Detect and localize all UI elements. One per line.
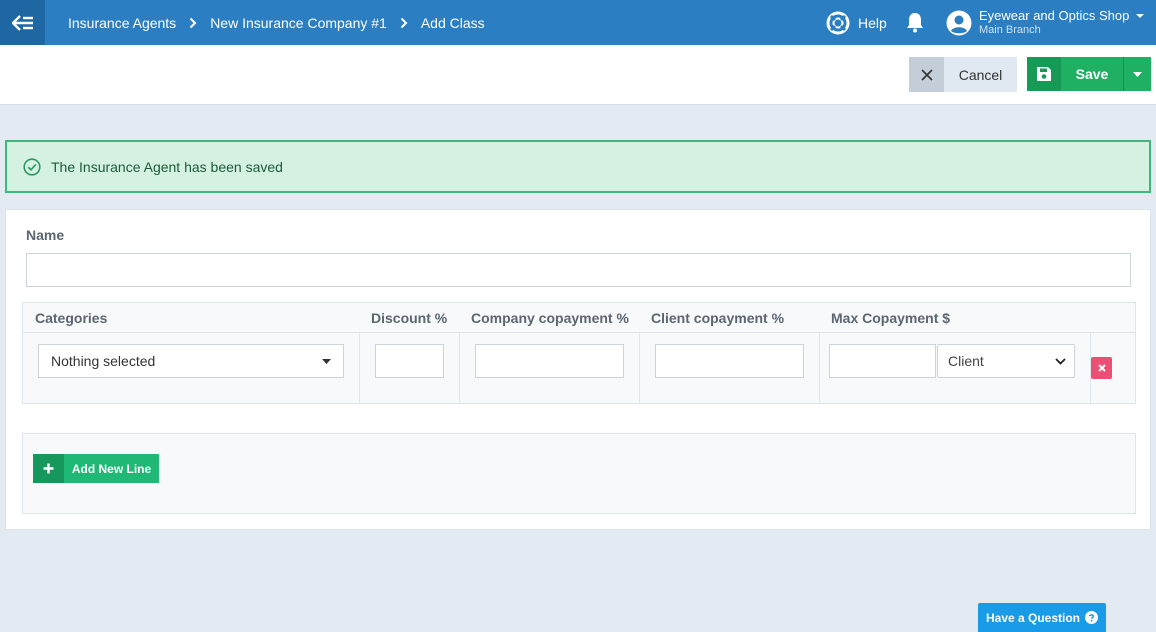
payer-select-value: Client <box>948 353 984 369</box>
class-lines-table: Categories Discount % Company copayment … <box>22 302 1136 404</box>
success-alert: The Insurance Agent has been saved <box>5 140 1151 193</box>
breadcrumb: Insurance Agents New Insurance Company #… <box>68 0 485 45</box>
column-header-max-copayment: Max Copayment $ <box>831 310 951 326</box>
close-icon <box>909 57 944 92</box>
have-a-question-label: Have a Question <box>985 610 1081 625</box>
caret-down-icon <box>1136 13 1145 18</box>
save-options-button[interactable] <box>1123 57 1151 91</box>
floppy-disk-icon <box>1027 57 1061 91</box>
company-copayment-input[interactable] <box>475 344 624 378</box>
bell-icon <box>907 13 923 33</box>
close-icon <box>1097 364 1106 372</box>
column-divider <box>639 333 640 403</box>
categories-select-value: Nothing selected <box>51 353 156 369</box>
column-divider <box>359 333 360 403</box>
breadcrumb-add-class: Add Class <box>420 14 485 31</box>
client-copayment-input[interactable] <box>655 344 804 378</box>
save-button[interactable]: Save <box>1027 57 1123 91</box>
top-bar: Insurance Agents New Insurance Company #… <box>0 0 1156 45</box>
back-button[interactable] <box>0 0 45 45</box>
help-button[interactable]: Help <box>826 0 887 45</box>
add-line-area: Add New Line <box>22 433 1136 514</box>
user-avatar-icon <box>946 10 972 35</box>
check-circle-icon <box>23 157 41 176</box>
chevron-down-icon <box>1055 358 1066 365</box>
column-header-client-copayment: Client copayment % <box>651 310 785 326</box>
cancel-label: Cancel <box>958 66 1003 83</box>
caret-down-icon <box>1133 71 1142 77</box>
name-label: Name <box>26 227 65 243</box>
account-name-text: Eyewear and Optics Shop <box>979 8 1130 23</box>
account-menu[interactable]: Eyewear and Optics Shop Main Branch <box>946 0 1145 45</box>
chevron-right-icon <box>400 17 408 29</box>
table-header: Categories Discount % Company copayment … <box>23 303 1135 333</box>
plus-icon <box>33 454 64 483</box>
notifications-button[interactable] <box>904 11 926 33</box>
delete-line-button[interactable] <box>1091 357 1112 379</box>
lifebuoy-icon <box>826 11 850 34</box>
column-header-company-copayment: Company copayment % <box>471 310 629 326</box>
column-divider <box>459 333 460 403</box>
form-card: Name Categories Discount % Company copay… <box>5 209 1151 530</box>
column-header-categories: Categories <box>35 310 108 326</box>
column-header-discount: Discount % <box>371 310 448 326</box>
alert-message: The Insurance Agent has been saved <box>51 158 283 175</box>
arrow-left-icon <box>11 14 33 31</box>
save-label: Save <box>1075 66 1109 82</box>
have-a-question-button[interactable]: Have a Question <box>978 603 1106 632</box>
caret-down-icon <box>322 359 331 364</box>
add-new-line-button[interactable]: Add New Line <box>33 454 159 483</box>
column-divider <box>819 333 820 403</box>
action-bar: Cancel Save <box>0 45 1156 105</box>
payer-select[interactable]: Client <box>937 344 1075 378</box>
cancel-button[interactable]: Cancel <box>909 57 1017 92</box>
account-names: Eyewear and Optics Shop Main Branch <box>979 8 1145 37</box>
chevron-right-icon <box>189 17 197 29</box>
breadcrumb-insurance-agents[interactable]: Insurance Agents <box>68 15 176 31</box>
branch-name: Main Branch <box>979 24 1041 36</box>
add-new-line-label: Add New Line <box>71 461 152 476</box>
discount-input[interactable] <box>375 344 444 378</box>
name-input[interactable] <box>26 253 1131 287</box>
breadcrumb-insurance-company[interactable]: New Insurance Company #1 <box>210 15 387 31</box>
max-copayment-input[interactable] <box>829 344 936 378</box>
categories-select[interactable]: Nothing selected <box>38 344 344 378</box>
account-name: Eyewear and Optics Shop <box>979 8 1145 23</box>
question-circle-icon <box>1085 611 1099 624</box>
help-label: Help <box>858 14 887 31</box>
